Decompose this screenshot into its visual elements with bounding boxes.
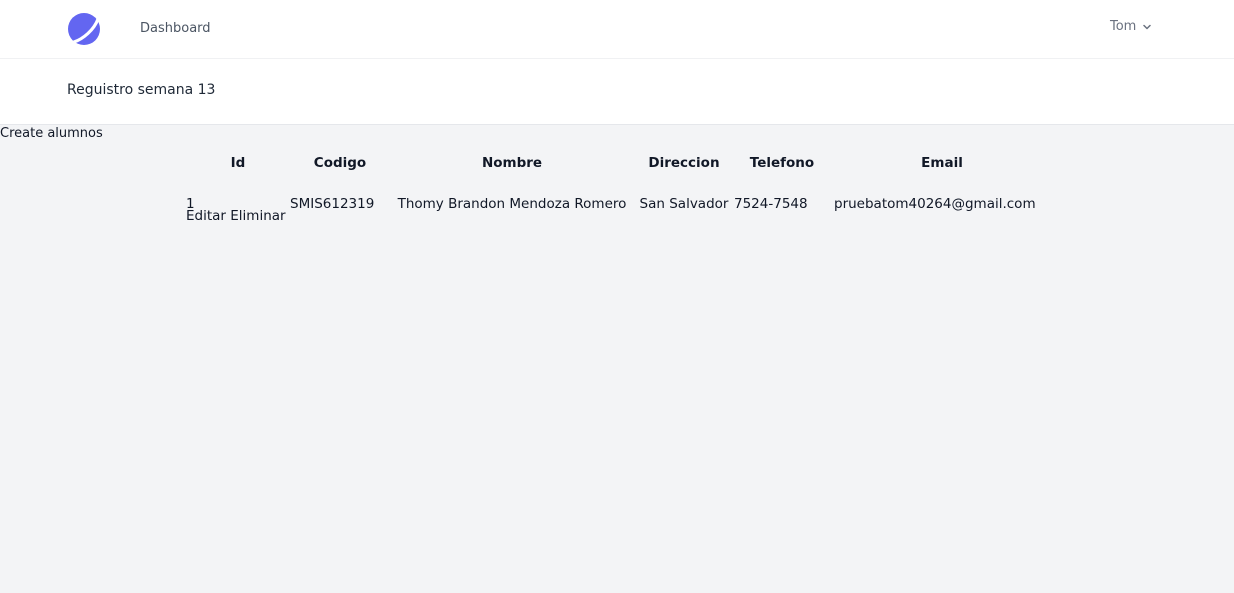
page-title: Reguistro semana 13 bbox=[67, 82, 216, 98]
page-header: Reguistro semana 13 bbox=[0, 59, 1234, 125]
column-header-direccion: Direccion bbox=[648, 155, 720, 171]
cell-codigo: SMIS612319 bbox=[290, 196, 375, 212]
column-header-id: Id bbox=[230, 155, 246, 171]
column-header-codigo: Codigo bbox=[313, 155, 367, 171]
row-actions: Editar Eliminar bbox=[186, 208, 286, 224]
column-header-nombre: Nombre bbox=[481, 155, 543, 171]
cell-telefono: 7524-7548 bbox=[734, 196, 808, 212]
app-logo-icon[interactable] bbox=[67, 12, 101, 46]
alumnos-table-container: Id Codigo Nombre Direccion Telefono Emai… bbox=[186, 152, 1054, 215]
cell-direccion: San Salvador bbox=[639, 196, 729, 212]
create-alumnos-link[interactable]: Create alumnos bbox=[0, 126, 103, 141]
cell-nombre: Thomy Brandon Mendoza Romero bbox=[397, 196, 627, 212]
alumnos-table: Id Codigo Nombre Direccion Telefono Emai… bbox=[186, 152, 1054, 215]
user-menu-dropdown[interactable]: Tom bbox=[1110, 19, 1152, 34]
delete-link[interactable]: Eliminar bbox=[230, 208, 285, 224]
column-header-email: Email bbox=[921, 155, 963, 171]
column-header-telefono: Telefono bbox=[749, 155, 815, 171]
user-name: Tom bbox=[1110, 19, 1137, 34]
edit-link[interactable]: Editar bbox=[186, 208, 226, 224]
nav-link-dashboard[interactable]: Dashboard bbox=[140, 21, 211, 36]
table-header-row: Id Codigo Nombre Direccion Telefono Emai… bbox=[186, 152, 1054, 174]
top-navbar: Dashboard Tom bbox=[0, 0, 1234, 59]
table-row: 1 SMIS612319 Thomy Brandon Mendoza Romer… bbox=[186, 174, 1054, 215]
cell-email: pruebatom40264@gmail.com bbox=[834, 196, 1036, 212]
chevron-down-icon bbox=[1143, 24, 1152, 29]
